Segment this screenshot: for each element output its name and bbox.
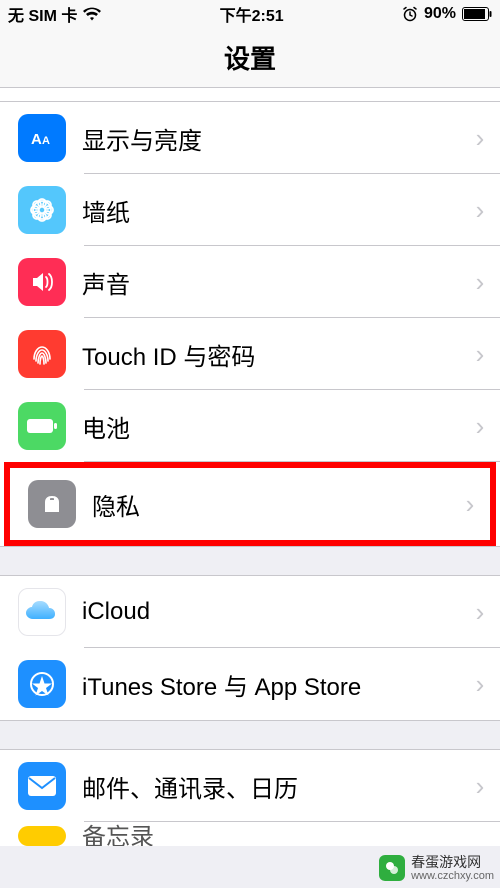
settings-group-3: 邮件、通讯录、日历 › 备忘录 [0, 749, 500, 846]
row-label: 邮件、通讯录、日历 [66, 769, 470, 804]
row-privacy[interactable]: 隐私 › [10, 468, 490, 540]
status-left: 无 SIM 卡 [8, 2, 101, 26]
row-label: 隐私 [76, 487, 460, 522]
highlight-privacy: 隐私 › [4, 462, 496, 546]
row-label: 显示与亮度 [66, 121, 470, 156]
svg-text:A: A [31, 131, 42, 148]
alarm-icon [402, 6, 418, 22]
chevron-right-icon: › [470, 411, 500, 442]
battery-icon [462, 7, 492, 21]
row-itunes-appstore[interactable]: iTunes Store 与 App Store › [0, 648, 500, 720]
row-sounds[interactable]: 声音 › [0, 246, 500, 318]
icloud-icon [18, 588, 66, 636]
settings-group-2: iCloud › iTunes Store 与 App Store › [0, 575, 500, 721]
battery-pct: 90% [424, 5, 456, 23]
chevron-right-icon: › [470, 195, 500, 226]
row-label: 备忘录 [66, 822, 500, 846]
touchid-icon [18, 330, 66, 378]
row-notes-peek[interactable]: 备忘录 [0, 822, 500, 846]
chevron-right-icon: › [470, 339, 500, 370]
chevron-right-icon: › [470, 123, 500, 154]
row-battery[interactable]: 电池 › [0, 390, 500, 462]
wallpaper-icon [18, 186, 66, 234]
row-display-brightness[interactable]: AA 显示与亮度 › [0, 102, 500, 174]
appstore-icon [18, 660, 66, 708]
display-brightness-icon: AA [18, 114, 66, 162]
chevron-right-icon: › [470, 771, 500, 802]
row-label: 声音 [66, 265, 470, 300]
row-label: 墙纸 [66, 193, 470, 228]
chevron-right-icon: › [460, 489, 490, 520]
svg-text:A: A [42, 135, 50, 147]
row-label: Touch ID 与密码 [66, 337, 470, 372]
watermark-url: www.czchxy.com [411, 870, 494, 882]
chevron-right-icon: › [470, 267, 500, 298]
battery-icon [18, 402, 66, 450]
row-mail-contacts-calendars[interactable]: 邮件、通讯录、日历 › [0, 750, 500, 822]
privacy-icon [28, 480, 76, 528]
watermark-name: 春蛋游戏网 [411, 855, 494, 870]
chevron-right-icon: › [470, 597, 500, 628]
watermark: 春蛋游戏网 www.czchxy.com [379, 855, 494, 882]
row-touchid-passcode[interactable]: Touch ID 与密码 › [0, 318, 500, 390]
wifi-icon [83, 7, 101, 21]
status-bar: 无 SIM 卡 下午2:51 90% [0, 0, 500, 28]
row-icloud[interactable]: iCloud › [0, 576, 500, 648]
row-label: 电池 [66, 409, 470, 444]
status-right: 90% [402, 5, 492, 23]
row-label: iCloud [66, 598, 470, 626]
chevron-right-icon: › [470, 669, 500, 700]
nav-bar: 设置 [0, 28, 500, 88]
sounds-icon [18, 258, 66, 306]
watermark-badge-icon [379, 855, 405, 881]
carrier-text: 无 SIM 卡 [8, 2, 77, 26]
row-label: iTunes Store 与 App Store [66, 667, 470, 702]
mail-icon [18, 762, 66, 810]
status-time: 下午2:51 [220, 2, 284, 26]
settings-group-1: AA 显示与亮度 › 墙纸 › 声音 › Touch ID 与密码 › 电池 › [0, 102, 500, 547]
row-wallpaper[interactable]: 墙纸 › [0, 174, 500, 246]
partial-row-top [0, 88, 500, 102]
notes-icon [18, 826, 66, 846]
page-title: 设置 [224, 39, 276, 76]
